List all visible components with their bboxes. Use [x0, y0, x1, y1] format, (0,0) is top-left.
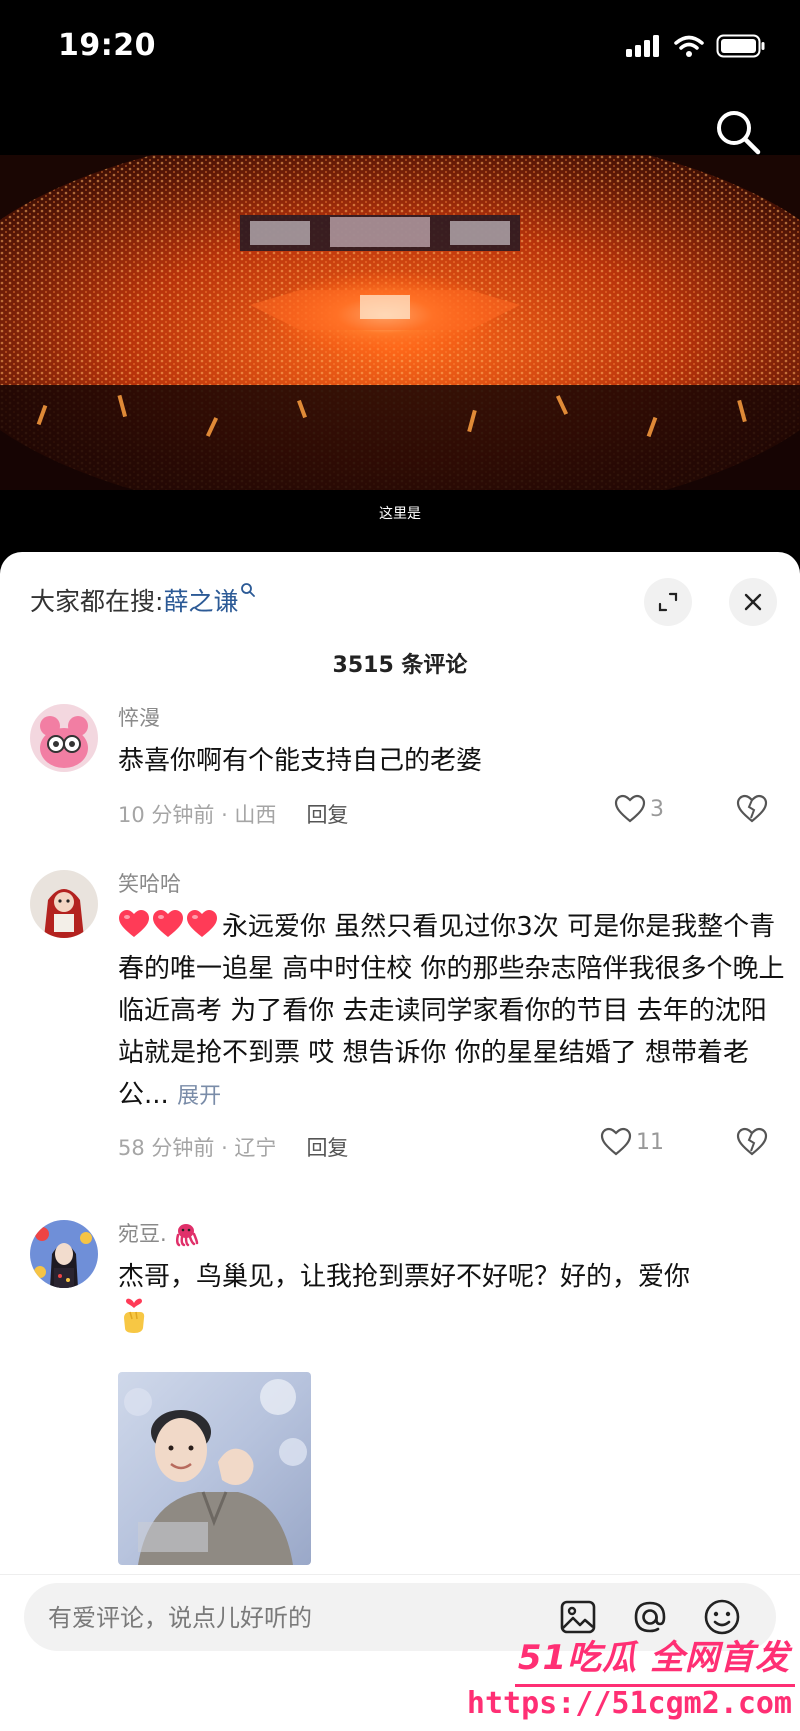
comment-text: 杰哥，鸟巢见，让我抢到票好不好呢？好的，爱你: [118, 1256, 790, 1341]
concert-arena-image: [0, 155, 800, 490]
battery-icon: [716, 34, 765, 58]
avatar[interactable]: [30, 704, 98, 772]
trending-keyword[interactable]: 薛之谦: [163, 587, 238, 616]
search-button[interactable]: [714, 108, 764, 158]
close-sheet-button[interactable]: [729, 578, 777, 626]
comment-item: 笑哈哈 永远爱你 虽然只看见过你3次 可是你是我整个青春的唯一追星 高中时住校 …: [30, 870, 785, 1170]
watermark-url: https://51cgm2.com: [466, 1686, 792, 1721]
comment-time-location: 58 分钟前 · 辽宁: [118, 1136, 277, 1160]
expand-sheet-button[interactable]: [644, 578, 692, 626]
expand-comment-link[interactable]: 展开: [177, 1084, 221, 1109]
dislike-button[interactable]: [736, 1127, 768, 1161]
video-subtitle: 这里是: [379, 506, 421, 522]
comment-item: 宛豆. 杰哥，鸟巢见，让我抢到票好不好呢？好的，爱你: [30, 1220, 770, 1575]
comment-body: 宛豆. 杰哥，鸟巢见，让我抢到票好不好呢？好的，爱你: [118, 1220, 790, 1341]
status-bar: 19:20: [0, 0, 800, 100]
like-count: 11: [636, 1129, 664, 1155]
comment-meta: 58 分钟前 · 辽宁 回复: [118, 1132, 348, 1162]
status-time: 19:20: [58, 28, 156, 63]
like-button[interactable]: 3: [614, 794, 664, 824]
heart-emoji-icon: [153, 910, 183, 937]
heart-emoji-icon: [119, 910, 149, 937]
singer-photo: [118, 1372, 311, 1565]
comment-body: 悴漫 恭喜你啊有个能支持自己的老婆: [118, 704, 790, 782]
reply-button[interactable]: 回复: [306, 1136, 348, 1160]
broken-heart-icon: [736, 1127, 768, 1156]
avatar[interactable]: [30, 1220, 98, 1288]
comment-count: 3515 条评论: [332, 653, 468, 678]
comment-time-location: 10 分钟前 · 山西: [118, 803, 277, 827]
status-icons: [626, 34, 766, 58]
cellular-signal-icon: [626, 35, 659, 57]
comment-photo[interactable]: [118, 1372, 311, 1565]
comment-item: 悴漫 恭喜你啊有个能支持自己的老婆 10 分钟前 · 山西 回复 3: [30, 704, 770, 834]
small-search-icon: [241, 583, 256, 597]
comment-text: 永远爱你 虽然只看见过你3次 可是你是我整个青春的唯一追星 高中时住校 你的那些…: [118, 906, 790, 1118]
finger-heart-emoji-icon: [124, 1298, 145, 1333]
illustrated-girl-avatar: [30, 1220, 98, 1288]
dislike-button[interactable]: [736, 794, 768, 828]
comment-meta: 10 分钟前 · 山西 回复: [118, 799, 348, 829]
watermark-brand: 51吃瓜 全网首发: [517, 1638, 790, 1678]
app-screen: 19:20 这里是 大家都在搜:薛之谦 3515 条评论 悴漫 恭喜你啊有个能支…: [0, 0, 800, 1731]
heart-outline-icon: [600, 1127, 632, 1156]
trending-prefix: 大家都在搜:: [30, 587, 164, 616]
comment-text: 恭喜你啊有个能支持自己的老婆: [118, 746, 483, 776]
avatar[interactable]: [30, 870, 98, 938]
octopus-emoji-icon: [176, 1224, 199, 1247]
comment-username[interactable]: 悴漫: [118, 704, 790, 732]
trending-search[interactable]: 大家都在搜:薛之谦: [30, 582, 256, 618]
heart-emoji-icon: [187, 910, 217, 937]
close-icon: [744, 593, 762, 611]
comment-username[interactable]: 笑哈哈: [118, 870, 790, 898]
pink-cartoon-avatar: [30, 704, 98, 772]
comment-text-content: 永远爱你 虽然只看见过你3次 可是你是我整个青春的唯一追星 高中时住校 你的那些…: [118, 912, 785, 1110]
like-button[interactable]: 11: [600, 1127, 664, 1157]
site-watermark: 51吃瓜 全网首发 https://51cgm2.com: [467, 1630, 800, 1731]
like-count: 3: [650, 796, 664, 822]
expand-icon: [658, 592, 678, 612]
broken-heart-icon: [736, 794, 768, 823]
red-hood-girl-avatar: [30, 870, 98, 938]
red-hearts-emoji: [118, 909, 218, 939]
search-icon: [717, 111, 761, 155]
comments-sheet: 大家都在搜:薛之谦 3515 条评论 悴漫 恭喜你啊有个能支持自己的老婆 10 …: [0, 552, 800, 1731]
video-player[interactable]: [0, 155, 800, 490]
comment-username-text[interactable]: 宛豆.: [118, 1222, 167, 1246]
reply-button[interactable]: 回复: [306, 803, 348, 827]
comment-text-content: 杰哥，鸟巢见，让我抢到票好不好呢？好的，爱你: [118, 1262, 691, 1292]
wifi-icon: [674, 35, 704, 57]
comment-body: 笑哈哈 永远爱你 虽然只看见过你3次 可是你是我整个青春的唯一追星 高中时住校 …: [118, 870, 790, 1118]
heart-outline-icon: [614, 794, 646, 823]
comment-username: 宛豆.: [118, 1220, 790, 1248]
comment-input[interactable]: [46, 1583, 530, 1653]
